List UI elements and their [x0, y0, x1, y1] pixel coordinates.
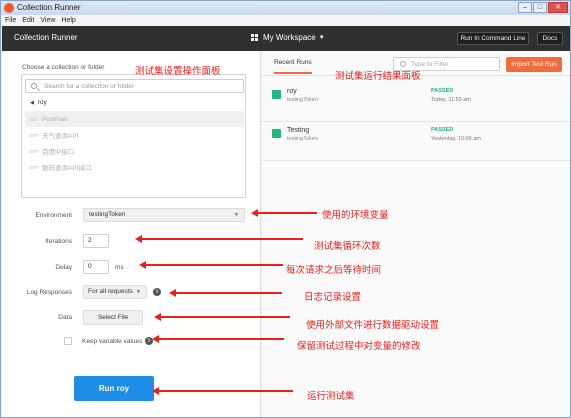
search-icon: [31, 83, 37, 89]
environment-label: Environment: [35, 212, 73, 219]
postman-logo-icon: [4, 3, 14, 13]
run-status-icon: [272, 90, 281, 99]
run-environment: testingToken: [287, 136, 318, 142]
annotation-arrow: [154, 313, 290, 321]
chevron-left-icon: ◀: [30, 100, 34, 106]
status-badge: PASSED: [431, 88, 454, 94]
request-name: 数码查询API接口: [42, 165, 92, 172]
menu-view[interactable]: View: [40, 15, 55, 26]
run-name: roy: [287, 88, 297, 95]
maximize-button[interactable]: □: [533, 2, 547, 13]
annotation-keep: 保留测试过程中对变量的修改: [297, 341, 421, 352]
run-row[interactable]: roy testingToken PASSED Today, 11:59 am: [262, 78, 570, 122]
delay-label: Delay: [55, 264, 72, 271]
method-badge: GET: [29, 164, 39, 170]
menu-file[interactable]: File: [5, 15, 16, 26]
window-controls: – □ ✕: [517, 2, 568, 14]
iterations-input[interactable]: 2: [83, 234, 109, 248]
run-status-icon: [272, 129, 281, 138]
choose-collection-label: Choose a collection or folder: [22, 64, 105, 71]
annotation-arrow: [135, 235, 303, 243]
collection-tree: ◀roy GET Postman GET 天气查询API GET 百度IP接口 …: [21, 74, 246, 198]
annotation-arrow: [152, 335, 284, 343]
run-environment: testingToken: [287, 97, 318, 103]
import-test-run-button[interactable]: Import Test Run: [506, 57, 562, 72]
request-name: 百度IP接口: [42, 149, 75, 156]
method-badge: GET: [29, 148, 39, 154]
close-button[interactable]: ✕: [548, 2, 568, 13]
list-item[interactable]: GET 天气查询API: [25, 127, 244, 143]
iterations-label: Iterations: [45, 238, 72, 245]
run-timestamp: Today, 11:59 am: [431, 97, 471, 103]
window-title: Collection Runner: [17, 3, 81, 12]
annotation-results-panel: 测试集运行结果面板: [335, 71, 421, 82]
workspace-name: My Workspace: [263, 33, 316, 42]
delay-input[interactable]: 0: [83, 260, 109, 274]
environment-value: testingToken: [89, 211, 126, 218]
list-item[interactable]: GET 数码查询API接口: [25, 159, 244, 175]
run-in-command-line-button[interactable]: Run In Command Line: [457, 32, 529, 45]
filter-input[interactable]: [411, 59, 497, 70]
menu-help[interactable]: Help: [61, 15, 75, 26]
list-item[interactable]: GET 百度IP接口: [25, 143, 244, 159]
select-file-button[interactable]: Select File: [83, 310, 143, 325]
tab-recent-runs[interactable]: Recent Runs: [274, 59, 312, 74]
delay-unit: ms: [115, 264, 124, 271]
workspace-switcher[interactable]: My Workspace ▼: [251, 33, 325, 42]
results-panel: Recent Runs Import Test Run roy testingT…: [262, 51, 570, 417]
environment-select[interactable]: testingToken ▼: [83, 208, 245, 222]
annotation-log: 日志记录设置: [304, 292, 362, 303]
run-timestamp: Yesterday, 10:06 am: [431, 136, 481, 142]
annotation-environment: 使用的环境变量: [322, 210, 389, 221]
collection-back-link[interactable]: ◀ roy: [30, 99, 47, 106]
log-responses-select[interactable]: For all requests ▼: [83, 285, 147, 299]
search-icon: [400, 61, 406, 67]
run-collection-button[interactable]: Run roy: [74, 376, 154, 401]
keep-variable-values-checkbox[interactable]: [64, 337, 72, 345]
app-window: Collection Runner – □ ✕ File Edit View H…: [0, 0, 571, 418]
info-icon[interactable]: i: [153, 288, 161, 296]
annotation-data: 使用外部文件进行数据驱动设置: [306, 320, 440, 331]
run-name: Testing: [287, 127, 310, 134]
settings-panel: Choose a collection or folder ◀roy GET P…: [2, 51, 261, 417]
annotation-settings-panel: 测试集设置操作面板: [135, 66, 221, 77]
method-badge: GET: [29, 132, 39, 138]
chevron-down-icon: ▼: [318, 34, 325, 41]
chevron-down-icon: ▼: [136, 289, 141, 295]
run-row[interactable]: Testing testingToken PASSED Yesterday, 1…: [262, 117, 570, 161]
keep-variable-values-label: Keep variable values: [82, 338, 143, 345]
annotation-run: 运行测试集: [307, 391, 355, 402]
annotation-arrow: [152, 387, 293, 395]
grid-icon: [251, 34, 258, 41]
annotation-delay: 每次请求之后等待时间: [286, 265, 382, 276]
menu-bar: File Edit View Help: [1, 15, 570, 26]
request-name: 天气查询API: [42, 133, 79, 140]
page-title: Collection Runner: [14, 33, 78, 42]
menu-edit[interactable]: Edit: [22, 15, 34, 26]
annotation-arrow: [251, 209, 317, 217]
data-label: Data: [58, 314, 72, 321]
request-list: GET Postman GET 天气查询API GET 百度IP接口 GET 数…: [25, 111, 244, 175]
list-item[interactable]: GET Postman: [25, 111, 244, 127]
chevron-down-icon: ▼: [234, 212, 239, 218]
request-name: Postman: [42, 115, 68, 123]
method-badge: GET: [29, 116, 39, 122]
app-header: Collection Runner My Workspace ▼ Run In …: [2, 26, 570, 51]
minimize-button[interactable]: –: [518, 2, 532, 13]
status-badge: PASSED: [431, 127, 454, 133]
log-responses-value: For all requests: [88, 288, 133, 295]
collection-search[interactable]: [25, 79, 244, 93]
annotation-arrow: [139, 261, 283, 269]
log-responses-label: Log Responses: [26, 289, 72, 296]
annotation-arrow: [169, 289, 282, 297]
title-bar: Collection Runner – □ ✕: [1, 1, 570, 15]
search-input[interactable]: [44, 81, 242, 92]
collection-name: roy: [37, 99, 47, 106]
annotation-iterations: 测试集循环次数: [314, 241, 381, 252]
docs-button[interactable]: Docs: [537, 32, 563, 45]
